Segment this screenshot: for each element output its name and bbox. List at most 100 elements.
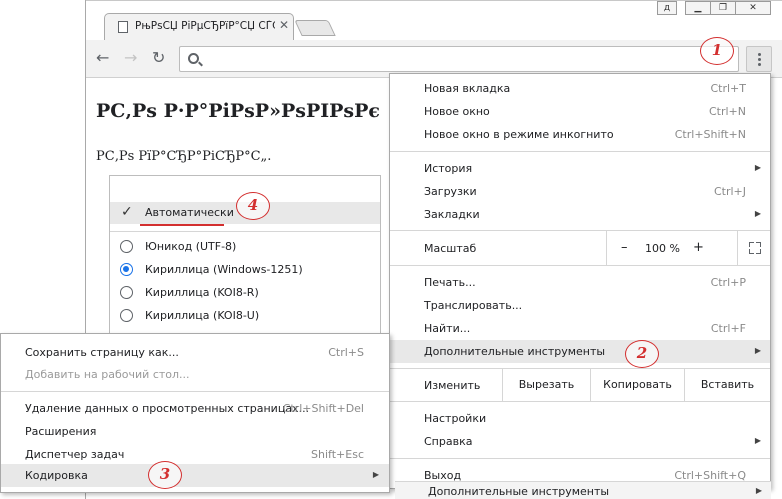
submenu-item-encoding[interactable]: Кодировка ▶ bbox=[1, 464, 389, 487]
submenu-arrow-icon: ▶ bbox=[755, 486, 762, 495]
document-icon bbox=[118, 21, 128, 33]
menu-item-history[interactable]: История ▶ bbox=[390, 157, 770, 180]
menu-item-label: Найти... bbox=[424, 322, 471, 335]
submenu-item-clear-data[interactable]: Удаление данных о просмотренных страница… bbox=[1, 397, 389, 420]
forward-arrow-icon[interactable]: → bbox=[124, 49, 137, 67]
zoom-in-button[interactable]: + bbox=[693, 240, 704, 255]
submenu-arrow-icon: ▶ bbox=[754, 163, 761, 172]
browser-tab[interactable]: РњРѕСЏ РіРµСЂРїР°СЏ СЃС ✕ bbox=[104, 13, 294, 41]
menu-item-shortcut: Ctrl+Shift+N bbox=[674, 128, 746, 141]
menu-separator bbox=[390, 401, 770, 402]
divider bbox=[110, 231, 380, 232]
menu-item-new-tab[interactable]: Новая вкладка Ctrl+T bbox=[390, 77, 770, 100]
page-paragraph: РС‚Рѕ РїР°СЂР°РіСЂР°С„. bbox=[96, 149, 272, 164]
paste-button[interactable]: Вставить bbox=[684, 369, 770, 401]
encoding-item-utf8[interactable]: Юникод (UTF-8) bbox=[120, 238, 360, 256]
encoding-item-label: Юникод (UTF-8) bbox=[145, 240, 237, 253]
menu-item-label: Кодировка bbox=[25, 469, 88, 482]
submenu-item-task-manager[interactable]: Диспетчер задач Shift+Esc bbox=[1, 443, 389, 466]
fullscreen-button[interactable] bbox=[737, 231, 771, 265]
annotation-marker-4: 4 bbox=[236, 192, 270, 220]
close-tab-icon[interactable]: ✕ bbox=[279, 18, 289, 32]
tab-title: РњРѕСЏ РіРµСЂРїР°СЏ СЃС bbox=[135, 20, 275, 32]
menu-item-downloads[interactable]: Загрузки Ctrl+J bbox=[390, 180, 770, 203]
address-bar[interactable] bbox=[179, 46, 739, 72]
minimize-button[interactable]: ▁ bbox=[685, 1, 711, 15]
menu-item-label: Расширения bbox=[25, 425, 97, 438]
close-window-button[interactable]: ✕ bbox=[735, 1, 771, 15]
submenu-arrow-icon: ▶ bbox=[754, 436, 761, 445]
edit-label: Изменить bbox=[424, 379, 481, 392]
menu-item-shortcut: Shift+Esc bbox=[311, 448, 364, 461]
menu-item-label: Настройки bbox=[424, 412, 487, 425]
menu-item-label: Справка bbox=[424, 435, 473, 448]
menu-item-label: Добавить на рабочий стол... bbox=[25, 368, 190, 381]
checkmark-icon: ✓ bbox=[121, 204, 133, 220]
encoding-item-koi8u[interactable]: Кириллица (KOI8-U) bbox=[120, 307, 360, 325]
menu-item-help[interactable]: Справка ▶ bbox=[390, 430, 770, 453]
radio-selected-icon bbox=[120, 263, 133, 276]
menu-item-cast[interactable]: Транслировать... bbox=[390, 294, 770, 317]
radio-icon bbox=[120, 309, 133, 322]
radio-icon bbox=[120, 286, 133, 299]
menu-item-label: Закладки bbox=[424, 208, 480, 221]
menu-item-shortcut: Ctrl+Shift+Del bbox=[282, 402, 364, 415]
back-arrow-icon[interactable]: ← bbox=[96, 49, 109, 67]
background-menu-item-more-tools[interactable]: Дополнительные инструменты ▶ bbox=[395, 481, 771, 499]
zoom-label: Масштаб bbox=[424, 242, 477, 255]
menu-item-new-window[interactable]: Новое окно Ctrl+N bbox=[390, 100, 770, 123]
reload-icon[interactable]: ↻ bbox=[152, 49, 165, 67]
encoding-item-label: Кириллица (Windows-1251) bbox=[145, 263, 303, 276]
menu-item-label: Сохранить страницу как... bbox=[25, 346, 179, 359]
menu-item-label: История bbox=[424, 162, 473, 175]
menu-item-more-tools[interactable]: Дополнительные инструменты ▶ bbox=[390, 340, 770, 363]
chrome-menu-button[interactable] bbox=[746, 46, 772, 72]
annotation-marker-1: 1 bbox=[700, 37, 734, 65]
menu-separator bbox=[390, 265, 770, 266]
new-tab-button[interactable] bbox=[294, 20, 336, 36]
menu-item-label: Дополнительные инструменты bbox=[428, 485, 610, 498]
menu-dots-icon bbox=[758, 53, 761, 56]
page-heading: РС‚Рѕ Р·Р°РіРѕР»РѕРІРѕРє bbox=[96, 100, 380, 122]
profile-button[interactable]: д bbox=[657, 1, 677, 15]
zoom-value: 100 % bbox=[645, 242, 680, 255]
encoding-item-windows-1251[interactable]: Кириллица (Windows-1251) bbox=[120, 261, 360, 279]
title-bar: РњРѕСЏ РіРµСЂРїР°СЏ СЃС ✕ д ▁ ❐ ✕ bbox=[86, 0, 782, 41]
menu-item-label: Новое окно bbox=[424, 105, 490, 118]
encoding-auto-label: Автоматически bbox=[145, 206, 234, 219]
menu-item-label: Дополнительные инструменты bbox=[424, 345, 606, 358]
submenu-item-extensions[interactable]: Расширения bbox=[1, 420, 389, 443]
menu-item-label: Диспетчер задач bbox=[25, 448, 125, 461]
copy-button[interactable]: Копировать bbox=[590, 369, 684, 401]
menu-separator bbox=[1, 391, 389, 392]
menu-item-incognito[interactable]: Новое окно в режиме инкогнито Ctrl+Shift… bbox=[390, 123, 770, 146]
radio-icon bbox=[120, 240, 133, 253]
menu-item-label: Новая вкладка bbox=[424, 82, 511, 95]
chrome-main-menu: Новая вкладка Ctrl+T Новое окно Ctrl+N Н… bbox=[389, 73, 771, 489]
zoom-control: – 100 % + bbox=[606, 231, 770, 265]
menu-item-label: Транслировать... bbox=[424, 299, 523, 312]
submenu-arrow-icon: ▶ bbox=[372, 470, 379, 479]
zoom-out-button[interactable]: – bbox=[621, 240, 628, 255]
encoding-item-koi8r[interactable]: Кириллица (KOI8-R) bbox=[120, 284, 360, 302]
edit-row: Изменить Вырезать Копировать Вставить bbox=[390, 369, 770, 401]
fullscreen-icon bbox=[756, 242, 761, 247]
submenu-item-add-to-desktop: Добавить на рабочий стол... bbox=[1, 363, 389, 386]
search-icon bbox=[188, 53, 199, 64]
address-input[interactable] bbox=[206, 50, 726, 68]
encoding-item-label: Кириллица (KOI8-U) bbox=[145, 309, 260, 322]
menu-item-shortcut: Ctrl+T bbox=[710, 82, 746, 95]
submenu-item-save-page[interactable]: Сохранить страницу как... Ctrl+S bbox=[1, 341, 389, 364]
annotation-marker-2: 2 bbox=[625, 340, 659, 368]
maximize-button[interactable]: ❐ bbox=[710, 1, 736, 15]
menu-item-print[interactable]: Печать... Ctrl+P bbox=[390, 271, 770, 294]
annotation-marker-3: 3 bbox=[148, 461, 182, 489]
menu-item-shortcut: Ctrl+F bbox=[710, 322, 746, 335]
zoom-row: Масштаб – 100 % + bbox=[390, 231, 770, 265]
menu-item-settings[interactable]: Настройки bbox=[390, 407, 770, 430]
menu-item-find[interactable]: Найти... Ctrl+F bbox=[390, 317, 770, 340]
menu-dots-icon bbox=[758, 58, 761, 61]
menu-separator bbox=[390, 458, 770, 459]
cut-button[interactable]: Вырезать bbox=[502, 369, 590, 401]
menu-item-bookmarks[interactable]: Закладки ▶ bbox=[390, 203, 770, 226]
